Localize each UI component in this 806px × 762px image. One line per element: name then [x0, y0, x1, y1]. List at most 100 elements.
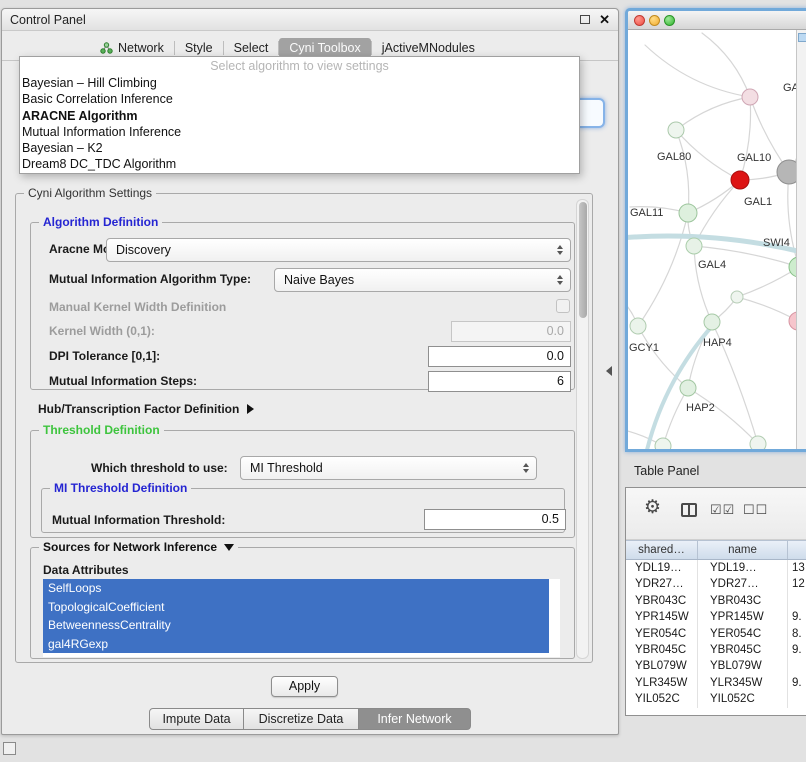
table-cell: YBR045C — [698, 642, 788, 658]
desktop: Control Panel ✕ Network Style Select — [0, 0, 806, 762]
float-window-icon[interactable] — [580, 15, 590, 24]
kernel-width-field[interactable]: 0.0 — [451, 321, 571, 342]
table-cell: 9. — [788, 642, 806, 658]
checked-boxes-icon[interactable]: ☑☑ — [710, 502, 735, 518]
aracne-mode-select[interactable]: Discovery — [106, 238, 571, 262]
network-edge — [638, 326, 688, 388]
network-node[interactable] — [680, 380, 696, 396]
column-layout-icon[interactable] — [681, 503, 697, 517]
network-edge — [740, 97, 751, 180]
which-threshold-select[interactable]: MI Threshold — [240, 456, 537, 480]
network-node[interactable] — [731, 291, 743, 303]
data-attribute-item[interactable]: TopologicalCoefficient — [43, 598, 549, 617]
column-header[interactable] — [788, 541, 806, 559]
table-row[interactable]: YBR043CYBR043C — [626, 593, 806, 609]
network-node[interactable] — [655, 438, 671, 449]
algorithm-definition-group: Algorithm Definition Aracne Mode: Discov… — [30, 222, 575, 390]
algorithm-dropdown-popup: Select algorithm to view settings Bayesi… — [19, 56, 580, 174]
table-toolbar: ⚙ ☑☑ ☐☐ — [626, 488, 806, 540]
tab-cyni-toolbox[interactable]: Cyni Toolbox — [279, 38, 370, 58]
network-node[interactable] — [679, 204, 697, 222]
data-attribute-item[interactable]: gal4RGexp — [43, 635, 549, 654]
cyni-algorithm-settings-group: Cyni Algorithm Settings Algorithm Defini… — [15, 193, 593, 663]
mi-type-select[interactable]: Naive Bayes — [274, 268, 571, 292]
table-row[interactable]: YDL19…YDL19…13 — [626, 560, 806, 576]
table-row[interactable]: YDR27…YDR27…12 — [626, 576, 806, 592]
tab-label: Style — [185, 41, 213, 55]
minimize-traffic-light-icon[interactable] — [649, 15, 660, 26]
tab-infer-network[interactable]: Infer Network — [358, 708, 471, 730]
unchecked-boxes-icon[interactable]: ☐☐ — [743, 502, 768, 518]
table-row[interactable]: YER054CYER054C8. — [626, 626, 806, 642]
network-view-window: GALGAL80GAL10GAL11GAL1SWI4GAL4GCY1HAP4HA… — [625, 8, 806, 452]
dpi-tolerance-field[interactable]: 0.0 — [428, 346, 571, 367]
algorithm-option[interactable]: Bayesian – Hill Climbing — [20, 75, 579, 91]
algorithm-option[interactable]: Basic Correlation Inference — [20, 91, 579, 107]
minimized-panel-icon[interactable] — [3, 742, 16, 755]
algorithm-option[interactable]: ARACNE Algorithm — [20, 108, 579, 124]
table-row[interactable]: YPR145WYPR145W9. — [626, 609, 806, 625]
table-cell: YIL052C — [626, 691, 698, 707]
node-label: GAL10 — [737, 152, 771, 164]
threshold-definition-group: Threshold Definition Which threshold to … — [30, 430, 575, 538]
hub-section-toggle[interactable]: Hub/Transcription Factor Definition — [38, 402, 254, 416]
birdseye-button[interactable] — [798, 33, 806, 42]
network-edge — [638, 213, 688, 326]
control-panel-window: Control Panel ✕ Network Style Select — [1, 8, 619, 735]
tab-style[interactable]: Style — [175, 38, 223, 58]
gear-icon[interactable]: ⚙ — [644, 496, 661, 519]
algorithm-option[interactable]: Bayesian – K2 — [20, 140, 579, 156]
algorithm-option[interactable]: Mutual Information Inference — [20, 124, 579, 140]
table-cell: YER054C — [698, 626, 788, 642]
data-attribute-item[interactable]: SelfLoops — [43, 579, 549, 598]
network-node[interactable] — [742, 89, 758, 105]
sources-group: Sources for Network Inference Data Attri… — [30, 547, 575, 659]
network-node[interactable] — [704, 314, 720, 330]
algorithm-option[interactable]: Dream8 DC_TDC Algorithm — [20, 156, 579, 172]
network-canvas[interactable]: GALGAL80GAL10GAL11GAL1SWI4GAL4GCY1HAP4HA… — [628, 30, 806, 449]
combo-arrows-icon — [523, 463, 529, 473]
network-node[interactable] — [668, 122, 684, 138]
table-row[interactable]: YBR045CYBR045C9. — [626, 642, 806, 658]
close-icon[interactable]: ✕ — [599, 14, 610, 25]
group-title[interactable]: Sources for Network Inference — [39, 540, 238, 554]
node-label: HAP4 — [703, 337, 732, 349]
data-attribute-item[interactable]: BetweennessCentrality — [43, 616, 549, 635]
settings-scrollbar[interactable] — [576, 199, 589, 659]
network-scrollbar[interactable] — [796, 30, 806, 449]
tab-discretize-data[interactable]: Discretize Data — [243, 708, 359, 730]
algorithm-combobox-partial[interactable] — [578, 98, 605, 128]
network-node[interactable] — [630, 318, 646, 334]
mi-steps-field[interactable]: 6 — [428, 371, 571, 392]
close-traffic-light-icon[interactable] — [634, 15, 645, 26]
tab-network[interactable]: Network — [90, 38, 174, 58]
column-header[interactable]: shared… — [626, 541, 698, 559]
control-panel-titlebar[interactable]: Control Panel ✕ — [2, 9, 618, 31]
tab-select[interactable]: Select — [224, 38, 279, 58]
mi-threshold-field[interactable]: 0.5 — [424, 509, 566, 530]
network-node[interactable] — [750, 436, 766, 449]
zoom-traffic-light-icon[interactable] — [664, 15, 675, 26]
tab-jactivemnodules[interactable]: jActiveMNodules — [372, 38, 485, 58]
tab-label: jActiveMNodules — [382, 41, 475, 55]
network-window-titlebar[interactable] — [628, 11, 806, 30]
table-row[interactable]: YBL079WYBL079W — [626, 658, 806, 674]
table-row[interactable]: YLR345WYLR345W9. — [626, 675, 806, 691]
table-row[interactable]: YIL052CYIL052C — [626, 691, 806, 707]
data-attributes-list[interactable]: SelfLoopsTopologicalCoefficientBetweenne… — [43, 579, 560, 657]
column-header[interactable]: name — [698, 541, 788, 559]
network-node[interactable] — [686, 238, 702, 254]
dropdown-placeholder: Select algorithm to view settings — [20, 58, 579, 75]
window-title: Control Panel — [10, 13, 86, 27]
mi-threshold-label: Mutual Information Threshold: — [52, 513, 225, 527]
panel-collapse-arrow-icon[interactable] — [606, 366, 612, 376]
apply-button[interactable]: Apply — [271, 676, 338, 697]
network-node[interactable] — [731, 171, 749, 189]
table-cell — [788, 658, 806, 674]
tab-impute-data[interactable]: Impute Data — [149, 708, 244, 730]
selected-value: Discovery — [116, 243, 171, 257]
manual-kernel-checkbox[interactable] — [556, 299, 570, 313]
scrollbar-thumb[interactable] — [579, 202, 587, 318]
table-body: YDL19…YDL19…13YDR27…YDR27…12YBR043CYBR04… — [626, 560, 806, 715]
manual-kernel-label: Manual Kernel Width Definition — [49, 300, 226, 314]
